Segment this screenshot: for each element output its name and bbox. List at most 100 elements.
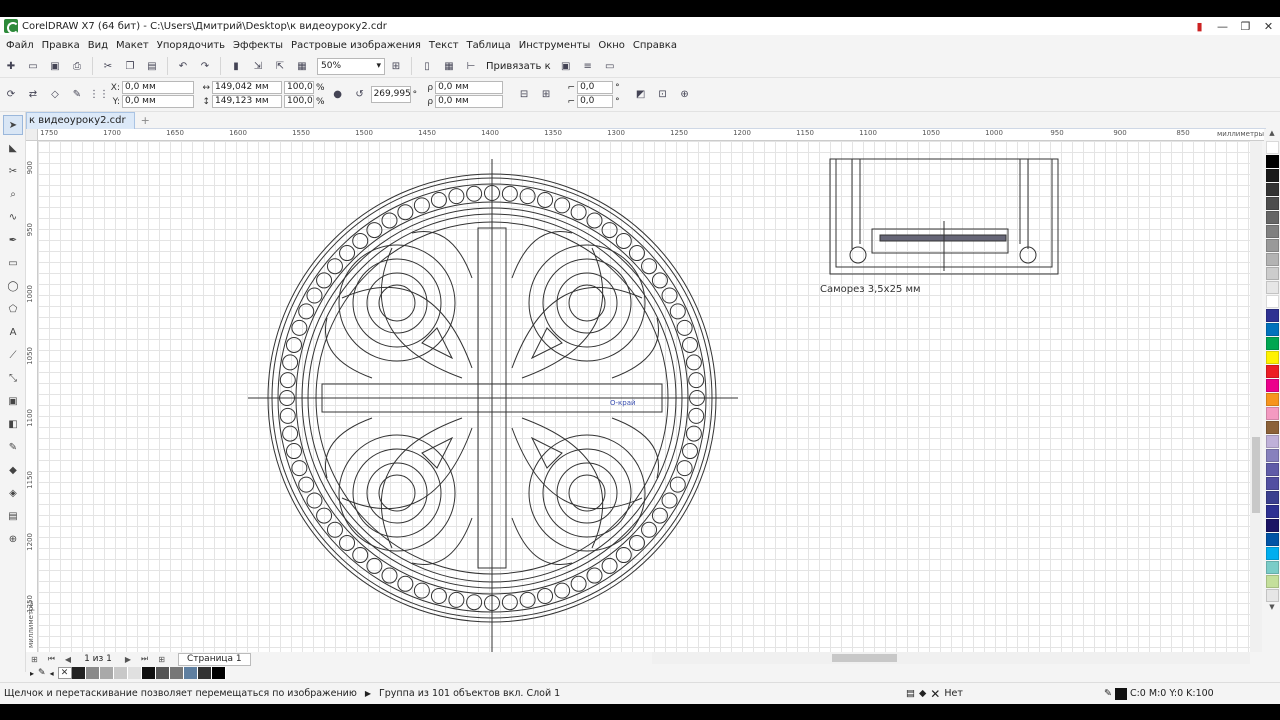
document-palette-swatch[interactable]	[211, 667, 226, 679]
transform-icon[interactable]: ◩	[632, 86, 650, 104]
no-color-swatch[interactable]: ✕	[57, 667, 72, 679]
drop-shadow-tool-icon[interactable]: ▣	[3, 391, 23, 411]
text-tool-icon[interactable]: A	[3, 322, 23, 342]
interactive-fill-tool-icon[interactable]: ◆	[3, 460, 23, 480]
copy-icon[interactable]: ❐	[121, 57, 139, 75]
palette-swatch[interactable]	[1266, 351, 1279, 364]
export-icon[interactable]: ⇱	[271, 57, 289, 75]
prev-page-icon[interactable]: ◀	[65, 655, 71, 664]
document-palette-swatch[interactable]	[99, 667, 114, 679]
document-palette-swatch[interactable]	[183, 667, 198, 679]
palette-swatch[interactable]	[1266, 169, 1279, 182]
palette-swatch[interactable]	[1266, 295, 1279, 308]
palette-swatch[interactable]	[1266, 533, 1279, 546]
palette-scroll-down-icon[interactable]: ▼	[1264, 603, 1280, 615]
search-content-icon[interactable]: ▮	[227, 57, 245, 75]
palette-swatch[interactable]	[1266, 477, 1279, 490]
freehand-tool-icon[interactable]: ∿	[3, 207, 23, 227]
align-icon[interactable]: ≡	[579, 57, 597, 75]
palette-swatch[interactable]	[1266, 141, 1279, 154]
palette-swatch[interactable]	[1266, 309, 1279, 322]
x-position-field[interactable]: 0,0 мм	[122, 81, 194, 94]
shape-tool-icon[interactable]: ◣	[3, 138, 23, 158]
palette-swatch[interactable]	[1266, 449, 1279, 462]
document-palette-swatch[interactable]	[141, 667, 156, 679]
pick-tool-icon[interactable]: ➤	[3, 115, 23, 135]
redo-icon[interactable]: ↷	[196, 57, 214, 75]
palette-arrow-icon[interactable]: ▸	[30, 669, 34, 678]
palette-swatch[interactable]	[1266, 561, 1279, 574]
height-field[interactable]: 149,123 мм	[212, 95, 282, 108]
parallel-dimension-tool-icon[interactable]: ⟋	[3, 345, 23, 365]
palette-swatch[interactable]	[1266, 225, 1279, 238]
center-y-field[interactable]: 0,0 мм	[435, 95, 504, 108]
page-tab[interactable]: Страница 1	[177, 652, 251, 666]
show-grid-icon[interactable]: ▦	[440, 57, 458, 75]
document-palette-swatch[interactable]	[155, 667, 170, 679]
document-palette-swatch[interactable]	[71, 667, 86, 679]
eyedropper-tool-icon[interactable]: ✎	[3, 437, 23, 457]
menu-tools[interactable]: Инструменты	[519, 40, 591, 51]
menu-effects[interactable]: Эффекты	[233, 40, 283, 51]
cut-icon[interactable]: ✂	[99, 57, 117, 75]
add-property-icon[interactable]: ⊕	[676, 86, 694, 104]
zoom-tool-icon[interactable]: ⌕	[3, 184, 23, 204]
user-icon[interactable]: ▮	[1188, 17, 1211, 35]
smart-fill-tool-icon[interactable]: ◈	[3, 483, 23, 503]
zoom-level-select[interactable]: 50% ▾	[317, 57, 385, 75]
mirror-vertical-icon[interactable]: ⊞	[537, 86, 555, 104]
document-tab[interactable]: к видеоуроку2.cdr	[26, 111, 135, 129]
grid-points-icon[interactable]: ⋮⋮	[89, 86, 109, 104]
palette-scroll-up-icon[interactable]: ▲	[1264, 129, 1280, 141]
scale-height-field[interactable]: 100,0	[284, 95, 314, 108]
skew-v-field[interactable]: 0,0	[577, 95, 614, 108]
palette-swatch[interactable]	[1266, 491, 1279, 504]
y-position-field[interactable]: 0,0 мм	[122, 95, 194, 108]
menu-layout[interactable]: Макет	[116, 40, 149, 51]
horizontal-scroll-thumb[interactable]	[832, 654, 897, 662]
document-palette-swatch[interactable]	[197, 667, 212, 679]
freeform-icon[interactable]: ◇	[46, 86, 64, 104]
horizontal-scrollbar[interactable]	[652, 652, 1250, 664]
undo-icon[interactable]: ↶	[174, 57, 192, 75]
palette-swatch[interactable]	[1266, 197, 1279, 210]
menu-view[interactable]: Вид	[88, 40, 108, 51]
drawing-canvas[interactable]: Саморез 3,5х25 мм О-край	[38, 141, 1250, 652]
menu-window[interactable]: Окно	[598, 40, 625, 51]
close-button[interactable]: ✕	[1257, 17, 1280, 35]
page-add-icon[interactable]: ⊞	[31, 655, 38, 664]
ellipse-tool-icon[interactable]: ◯	[3, 276, 23, 296]
add-tab-button[interactable]: +	[141, 114, 150, 127]
width-field[interactable]: 149,042 мм	[212, 81, 282, 94]
skew-h-field[interactable]: 0,0	[577, 81, 614, 94]
first-page-icon[interactable]: ⏮	[48, 654, 55, 664]
polygon-tool-icon[interactable]: ⬠	[3, 299, 23, 319]
palette-swatch[interactable]	[1266, 589, 1279, 602]
artistic-media-tool-icon[interactable]: ✒	[3, 230, 23, 250]
connector-tool-icon[interactable]: ⤡	[3, 368, 23, 388]
open-icon[interactable]: ▭	[24, 57, 42, 75]
palette-swatch[interactable]	[1266, 463, 1279, 476]
relative-position-icon[interactable]: ⊡	[654, 86, 672, 104]
fill-bucket-icon[interactable]: ◆	[919, 688, 926, 699]
document-palette-swatch[interactable]	[169, 667, 184, 679]
palette-swatch[interactable]	[1266, 505, 1279, 518]
lock-ratio-icon[interactable]: ●	[329, 86, 347, 104]
paste-icon[interactable]: ▤	[143, 57, 161, 75]
snap-to-dropdown[interactable]: Привязать к	[486, 61, 551, 72]
palette-swatch[interactable]	[1266, 379, 1279, 392]
show-guides-icon[interactable]: ⊢	[462, 57, 480, 75]
horizontal-ruler[interactable]: миллиметры 1750 1700 1650 1600 1550 1500 1450 1…	[38, 129, 1266, 141]
palette-swatch[interactable]	[1266, 281, 1279, 294]
rotate-mode-icon[interactable]: ⟳	[2, 86, 20, 104]
scale-width-field[interactable]: 100,0	[284, 81, 314, 94]
publish-pdf-icon[interactable]: ▦	[293, 57, 311, 75]
document-palette-swatch[interactable]	[113, 667, 128, 679]
vertical-scroll-thumb[interactable]	[1252, 437, 1260, 513]
menu-help[interactable]: Справка	[633, 40, 677, 51]
crop-tool-icon[interactable]: ✂	[3, 161, 23, 181]
menu-bitmaps[interactable]: Растровые изображения	[291, 40, 421, 51]
palette-swatch[interactable]	[1266, 547, 1279, 560]
full-screen-icon[interactable]: ⊞	[387, 57, 405, 75]
pen-icon[interactable]: ✎	[68, 86, 86, 104]
